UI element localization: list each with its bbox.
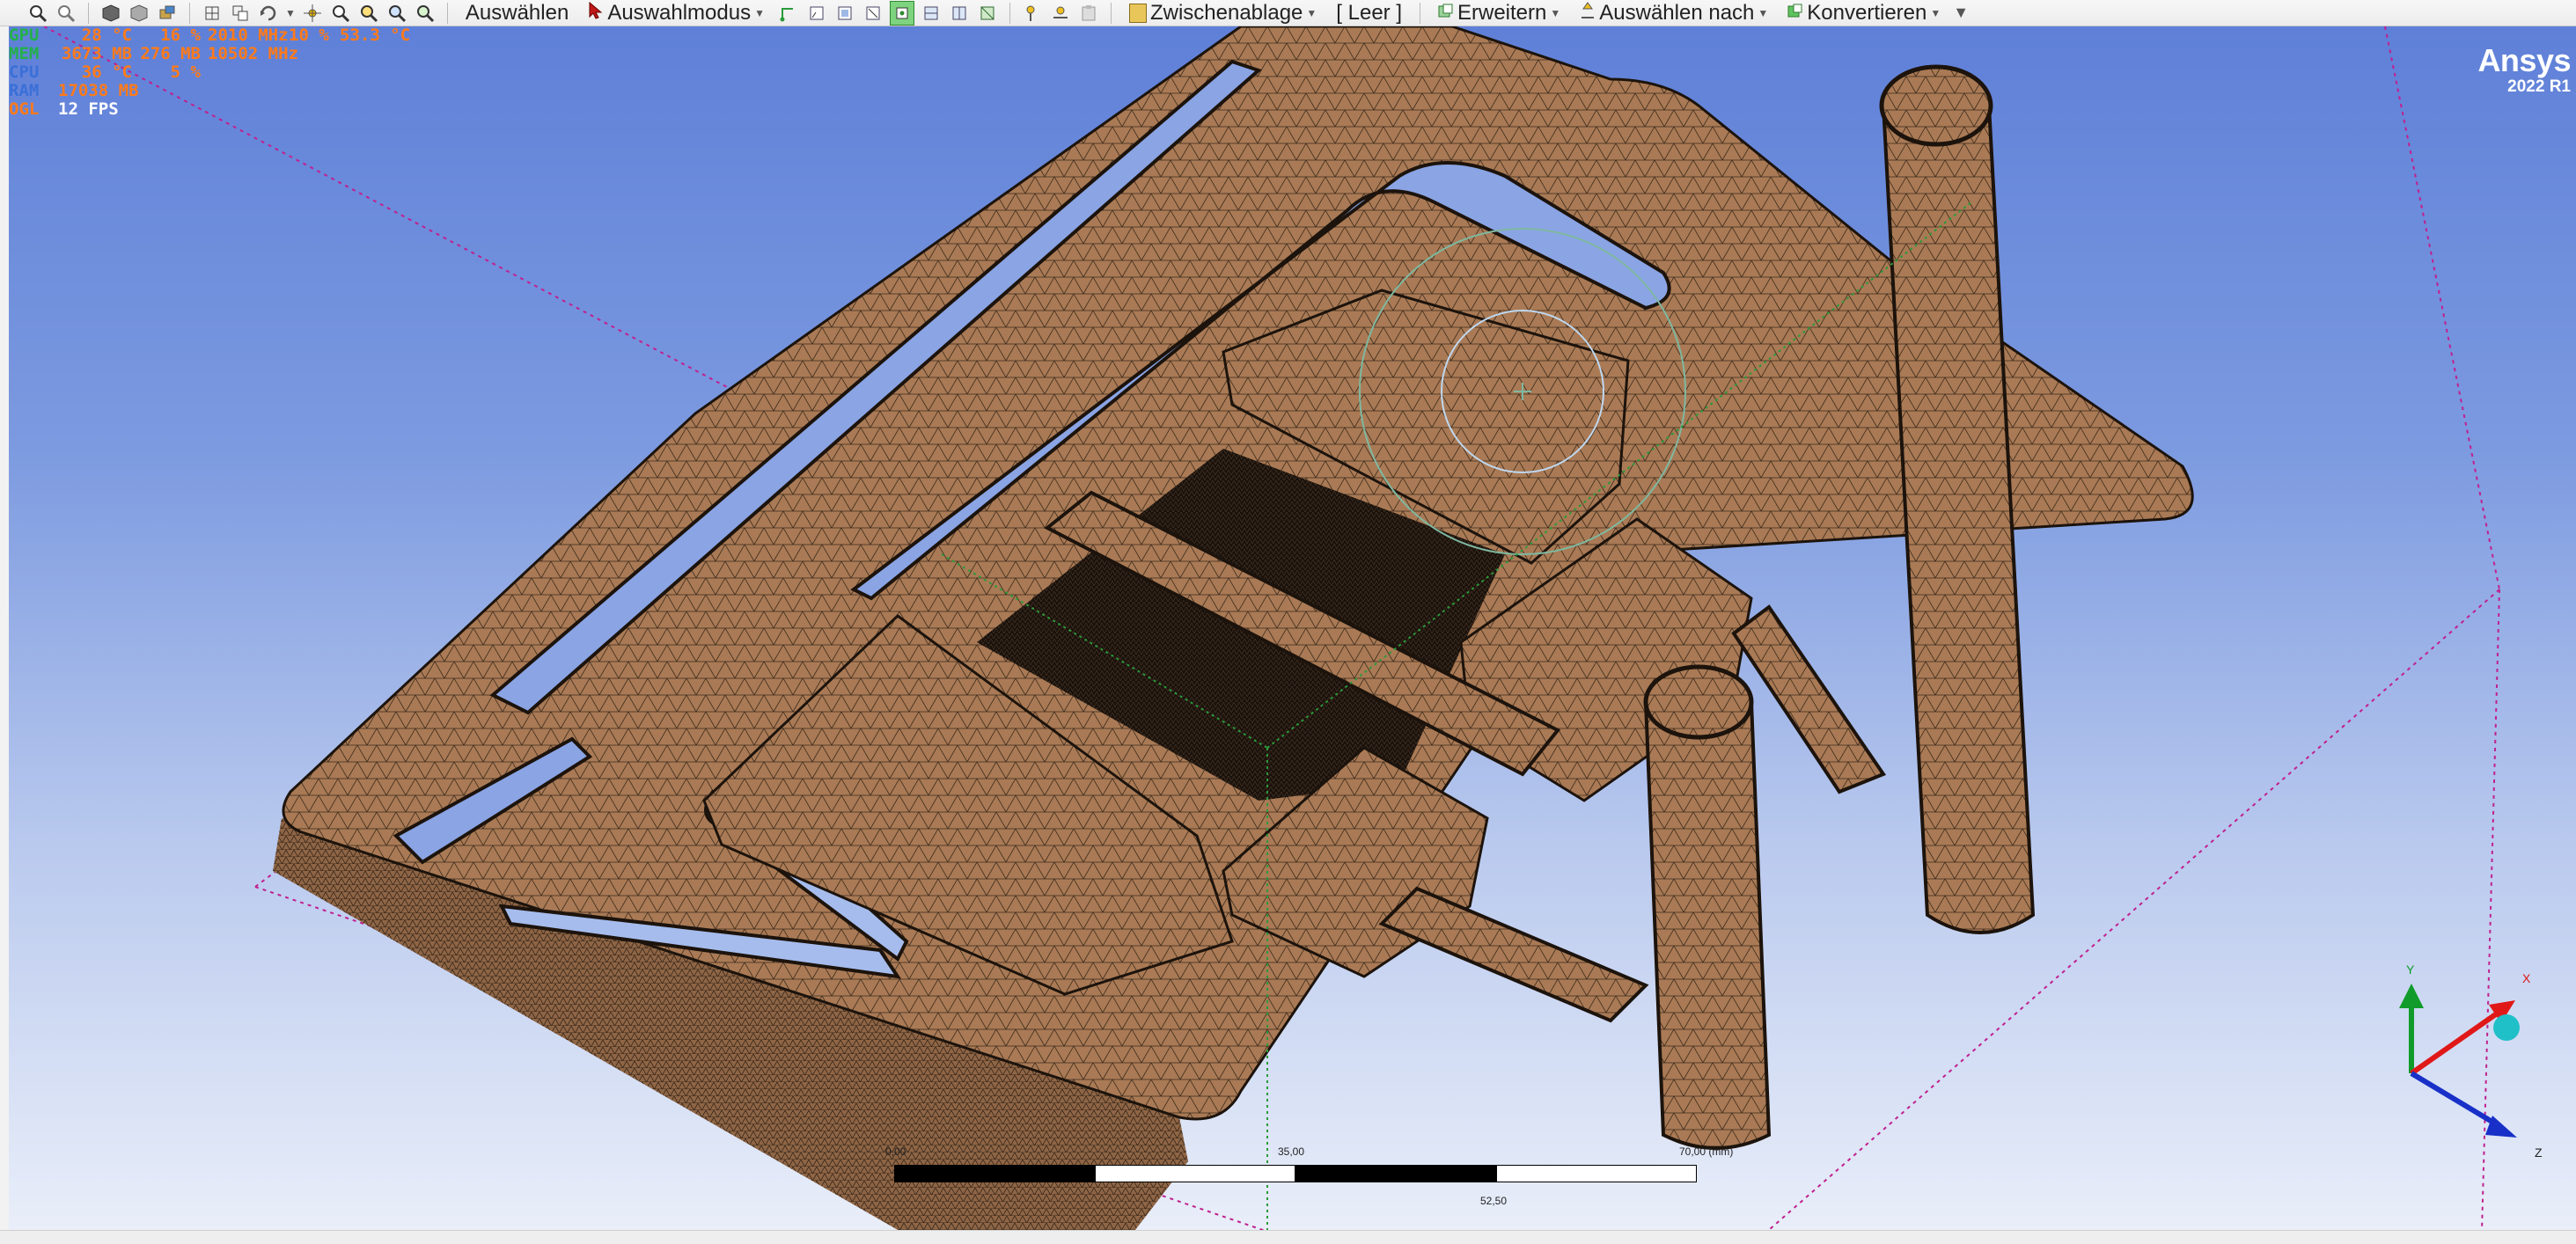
extend-button[interactable]: Erweitern ▼ — [1431, 1, 1567, 26]
select-vertex-icon[interactable] — [777, 2, 800, 25]
scale-sub-label: 52,50 — [1480, 1195, 1508, 1207]
zoom-fit-icon[interactable] — [385, 2, 408, 25]
chevron-down-icon[interactable]: ▼ — [285, 7, 296, 19]
zoom-icon[interactable] — [329, 2, 352, 25]
select-by-button[interactable]: Auswählen nach ▼ — [1573, 1, 1775, 26]
box-select-icon[interactable] — [229, 2, 252, 25]
overlay-row-mem: MEM 3673 MB 276 MB 10502 MHz — [9, 45, 410, 63]
overlay-value: 2010 MHz — [208, 26, 289, 45]
toolbar-separator — [189, 2, 190, 24]
model-icon[interactable] — [156, 2, 179, 25]
performance-overlay: GPU 28 °C 16 % 2010 MHz 10 % 53.3 °C MEM… — [9, 26, 410, 119]
overlay-value: 10502 MHz — [208, 44, 298, 63]
scale-segment — [1095, 1165, 1295, 1182]
overlay-value: 276 MB — [140, 44, 201, 63]
scale-mid-label: 35,00 — [1278, 1145, 1305, 1158]
select-mode-button[interactable]: Auswahlmodus ▼ — [581, 1, 772, 26]
zoom-box-icon[interactable] — [357, 2, 380, 25]
select-element-icon[interactable] — [948, 2, 971, 25]
clipboard-button[interactable]: Zwischenablage ▼ — [1122, 1, 1324, 26]
mesh-model-render[interactable] — [9, 26, 2576, 1230]
scale-bar — [894, 1160, 1697, 1182]
rotate-icon[interactable] — [257, 2, 280, 25]
extend-icon — [1438, 1, 1454, 26]
coordinate-icon[interactable] — [1049, 2, 1072, 25]
select-face-icon[interactable] — [833, 2, 856, 25]
overlay-value: 3673 MB — [61, 44, 132, 63]
overlay-value: 16 % — [160, 26, 201, 45]
brand-name: Ansys — [2477, 42, 2571, 78]
select-by-icon — [1580, 1, 1596, 26]
toolbar-separator — [1110, 2, 1112, 24]
overlay-label: GPU — [9, 26, 40, 45]
convert-label: Konvertieren — [1807, 0, 1927, 25]
pick-point-icon[interactable] — [1021, 2, 1044, 25]
scale-start-label: 0,00 — [885, 1145, 906, 1158]
convert-button[interactable]: Konvertieren ▼ — [1780, 1, 1948, 26]
cylinder-tall — [1879, 64, 2036, 934]
overlay-row-cpu: CPU 36 °C 5 % — [9, 63, 410, 82]
overlay-label: CPU — [9, 62, 40, 82]
overlay-value: 53.3 °C — [340, 26, 411, 45]
scale-end-label: 70,00 (mm) — [1679, 1145, 1734, 1158]
axis-x-label: X — [2522, 971, 2531, 985]
overlay-row-gpu: GPU 28 °C 16 % 2010 MHz 10 % 53.3 °C — [9, 26, 410, 45]
scale-segment — [894, 1165, 1095, 1182]
overlay-label: MEM — [9, 44, 40, 63]
select-node-icon[interactable] — [889, 0, 914, 26]
mesh-select-icon[interactable] — [976, 2, 999, 25]
overlay-value: 12 FPS — [58, 99, 119, 119]
chevron-down-icon: ▼ — [1550, 6, 1561, 19]
cursor-icon — [588, 1, 604, 26]
cylinder-short — [1643, 664, 1772, 1150]
toolbar-separator — [446, 2, 448, 24]
overlay-row-ogl: OGL 12 FPS — [9, 100, 410, 119]
grid-select-icon[interactable] — [201, 2, 224, 25]
zoom-out-icon[interactable] — [55, 2, 77, 25]
scale-segment — [1295, 1165, 1496, 1182]
convert-icon — [1787, 1, 1803, 26]
pan-icon[interactable] — [301, 2, 324, 25]
chevron-down-icon: ▼ — [1930, 6, 1941, 19]
axis-z-label: Z — [2535, 1145, 2543, 1160]
scale-segment — [1496, 1165, 1697, 1182]
toolbar-separator — [88, 2, 89, 24]
clipboard-value: [ Leer ] — [1336, 0, 1402, 25]
select-button[interactable]: Auswählen — [459, 1, 576, 26]
axis-triad[interactable] — [2399, 984, 2520, 1138]
clipboard-label: Zwischenablage — [1149, 0, 1303, 25]
status-bar — [0, 1230, 2576, 1244]
graphics-viewport[interactable]: 0,00 35,00 70,00 (mm) 52,50 Y X Z — [9, 26, 2576, 1230]
brand-version: 2022 R1 — [2507, 77, 2571, 96]
toolbar: ▼ Auswählen Auswahlmodus ▼ Zwischenablag… — [0, 0, 2576, 26]
extend-label: Erweitern — [1457, 0, 1547, 25]
zoom-in-icon[interactable] — [26, 2, 49, 25]
zoom-selection-icon[interactable] — [414, 2, 437, 25]
overlay-label: RAM — [9, 81, 40, 100]
select-element-face-icon[interactable] — [920, 2, 943, 25]
chevron-down-icon: ▼ — [1758, 6, 1769, 19]
overlay-label: OGL — [9, 99, 40, 119]
overlay-row-ram: RAM 17038 MB — [9, 82, 410, 100]
ansys-logo: Ansys 2022 R1 — [2477, 44, 2571, 97]
toolbar-overflow-icon[interactable]: ▼ — [1953, 4, 1969, 22]
cube-shaded-icon[interactable] — [128, 2, 150, 25]
select-body-icon[interactable] — [862, 2, 884, 25]
axis-y-label: Y — [2406, 962, 2415, 977]
overlay-value: 28 °C — [81, 26, 132, 45]
clipboard-icon — [1128, 3, 1147, 23]
overlay-value: 36 °C — [81, 62, 132, 82]
select-by-label: Auswählen nach — [1599, 0, 1755, 25]
select-edge-icon[interactable] — [805, 2, 828, 25]
clipboard-disabled-icon[interactable] — [1077, 2, 1100, 25]
overlay-value: 10 % — [289, 26, 329, 45]
overlay-value: 5 % — [170, 62, 201, 82]
chevron-down-icon: ▼ — [754, 6, 765, 19]
cube-solid-icon[interactable] — [99, 2, 122, 25]
select-mode-label: Auswahlmodus — [607, 0, 752, 25]
select-label: Auswählen — [465, 0, 569, 25]
chevron-down-icon: ▼ — [1306, 6, 1317, 19]
overlay-value: 17038 MB — [58, 81, 139, 100]
toolbar-separator — [1009, 2, 1010, 24]
